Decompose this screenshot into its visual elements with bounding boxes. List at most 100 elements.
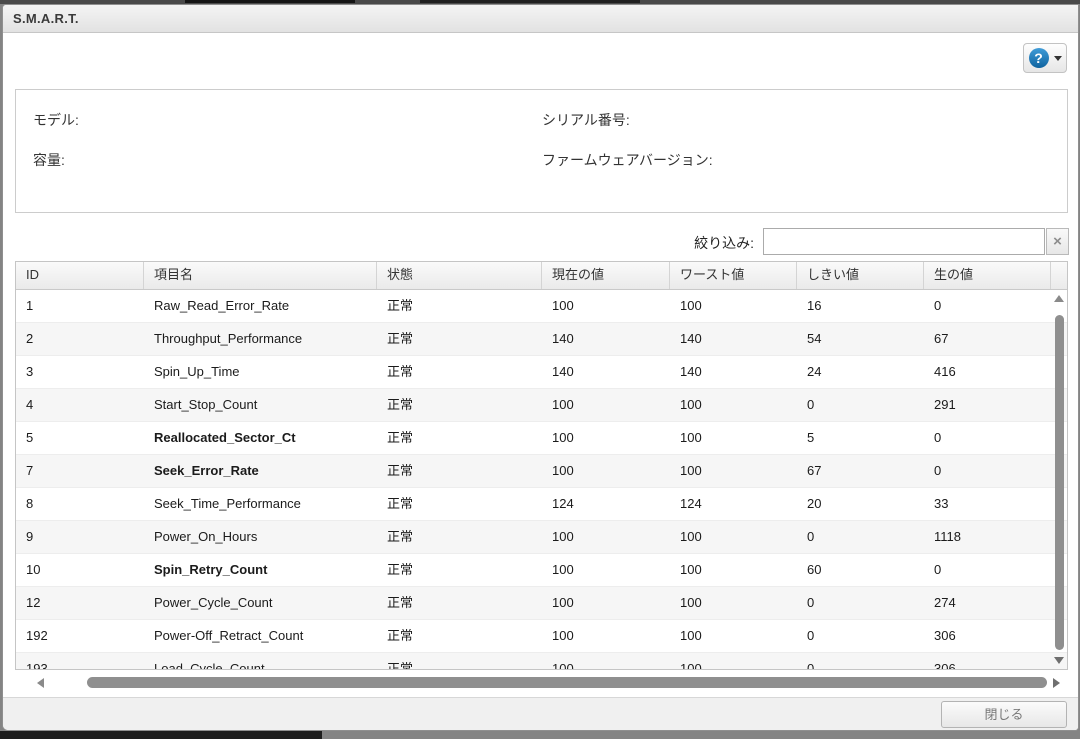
cell-status: 正常 [377, 323, 542, 355]
column-header-3[interactable]: 現在の値 [542, 262, 670, 289]
cell-worst-value: 124 [670, 488, 797, 520]
cell-threshold: 0 [797, 653, 924, 670]
cell-raw-value: 291 [924, 389, 1051, 421]
cell-status: 正常 [377, 521, 542, 553]
cell-id: 3 [16, 356, 144, 388]
cell-raw-value: 67 [924, 323, 1051, 355]
column-header-4[interactable]: ワースト値 [670, 262, 797, 289]
help-icon: ? [1029, 48, 1049, 68]
filter-label: 絞り込み: [694, 233, 754, 253]
cell-current-value: 100 [542, 521, 670, 553]
cell-worst-value: 100 [670, 422, 797, 454]
table-row[interactable]: 4Start_Stop_Count正常1001000291 [16, 389, 1067, 422]
cell-id: 4 [16, 389, 144, 421]
cell-current-value: 100 [542, 422, 670, 454]
table-row[interactable]: 3Spin_Up_Time正常14014024416 [16, 356, 1067, 389]
cell-name: Throughput_Performance [144, 323, 377, 355]
cell-status: 正常 [377, 554, 542, 586]
background-page-strip [0, 731, 322, 739]
table-row[interactable]: 5Reallocated_Sector_Ct正常10010050 [16, 422, 1067, 455]
help-button[interactable]: ? [1023, 43, 1067, 73]
cell-current-value: 140 [542, 356, 670, 388]
scroll-left-arrow-icon[interactable] [37, 678, 44, 688]
cell-raw-value: 0 [924, 290, 1051, 322]
cell-threshold: 0 [797, 389, 924, 421]
vertical-scrollbar[interactable] [1052, 290, 1067, 670]
horizontal-scrollbar-thumb[interactable] [87, 677, 1047, 688]
column-header-1[interactable]: 項目名 [144, 262, 377, 289]
cell-worst-value: 100 [670, 455, 797, 487]
cell-id: 5 [16, 422, 144, 454]
cell-status: 正常 [377, 488, 542, 520]
cell-raw-value: 416 [924, 356, 1051, 388]
cell-worst-value: 100 [670, 554, 797, 586]
cell-current-value: 100 [542, 290, 670, 322]
cell-threshold: 24 [797, 356, 924, 388]
table-row[interactable]: 12Power_Cycle_Count正常1001000274 [16, 587, 1067, 620]
cell-name: Reallocated_Sector_Ct [144, 422, 377, 454]
smart-attributes-table: ID項目名状態現在の値ワースト値しきい値生の値 1Raw_Read_Error_… [15, 261, 1068, 670]
dialog-title: S.M.A.R.T. [13, 11, 79, 26]
table-row[interactable]: 2Throughput_Performance正常1401405467 [16, 323, 1067, 356]
cell-name: Load_Cycle_Count [144, 653, 377, 670]
cell-name: Power_Cycle_Count [144, 587, 377, 619]
cell-name: Spin_Retry_Count [144, 554, 377, 586]
cell-threshold: 5 [797, 422, 924, 454]
cell-worst-value: 100 [670, 653, 797, 670]
close-button[interactable]: 閉じる [941, 701, 1067, 728]
table-row[interactable]: 9Power_On_Hours正常10010001118 [16, 521, 1067, 554]
cell-id: 7 [16, 455, 144, 487]
cell-current-value: 124 [542, 488, 670, 520]
cell-threshold: 0 [797, 620, 924, 652]
table-row[interactable]: 193Load_Cycle_Count正常1001000306 [16, 653, 1067, 670]
cell-name: Power-Off_Retract_Count [144, 620, 377, 652]
scroll-right-arrow-icon[interactable] [1053, 678, 1060, 688]
table-row[interactable]: 192Power-Off_Retract_Count正常1001000306 [16, 620, 1067, 653]
cell-raw-value: 0 [924, 554, 1051, 586]
cell-current-value: 100 [542, 554, 670, 586]
table-body: 1Raw_Read_Error_Rate正常1001001602Throughp… [16, 290, 1067, 670]
filter-clear-button[interactable]: × [1046, 228, 1069, 255]
dialog-footer: 閉じる [3, 697, 1078, 730]
cell-raw-value: 0 [924, 455, 1051, 487]
cell-threshold: 16 [797, 290, 924, 322]
background-fragment [185, 0, 355, 3]
background-fragment [420, 0, 640, 3]
cell-id: 193 [16, 653, 144, 670]
cell-threshold: 60 [797, 554, 924, 586]
scroll-down-arrow-icon[interactable] [1054, 657, 1064, 664]
cell-name: Start_Stop_Count [144, 389, 377, 421]
cell-name: Raw_Read_Error_Rate [144, 290, 377, 322]
cell-threshold: 0 [797, 521, 924, 553]
column-header-2[interactable]: 状態 [377, 262, 542, 289]
column-header-0[interactable]: ID [16, 262, 144, 289]
cell-name: Seek_Error_Rate [144, 455, 377, 487]
scroll-up-arrow-icon[interactable] [1054, 295, 1064, 302]
cell-worst-value: 100 [670, 521, 797, 553]
firmware-version-label: ファームウェアバージョン: [542, 150, 713, 170]
cell-name: Spin_Up_Time [144, 356, 377, 388]
cell-current-value: 100 [542, 455, 670, 487]
horizontal-scrollbar[interactable] [15, 674, 1068, 692]
cell-raw-value: 274 [924, 587, 1051, 619]
table-row[interactable]: 8Seek_Time_Performance正常1241242033 [16, 488, 1067, 521]
cell-raw-value: 33 [924, 488, 1051, 520]
serial-number-label: シリアル番号: [542, 110, 630, 130]
filter-input[interactable] [763, 228, 1045, 255]
cell-id: 8 [16, 488, 144, 520]
cell-current-value: 100 [542, 587, 670, 619]
cell-worst-value: 100 [670, 587, 797, 619]
close-icon: × [1053, 233, 1062, 250]
cell-id: 9 [16, 521, 144, 553]
cell-current-value: 100 [542, 389, 670, 421]
cell-status: 正常 [377, 356, 542, 388]
table-row[interactable]: 1Raw_Read_Error_Rate正常100100160 [16, 290, 1067, 323]
column-header-6[interactable]: 生の値 [924, 262, 1051, 289]
column-header-5[interactable]: しきい値 [797, 262, 924, 289]
model-label: モデル: [33, 110, 79, 130]
cell-worst-value: 140 [670, 356, 797, 388]
table-row[interactable]: 7Seek_Error_Rate正常100100670 [16, 455, 1067, 488]
vertical-scrollbar-thumb[interactable] [1055, 315, 1064, 650]
cell-threshold: 67 [797, 455, 924, 487]
table-row[interactable]: 10Spin_Retry_Count正常100100600 [16, 554, 1067, 587]
